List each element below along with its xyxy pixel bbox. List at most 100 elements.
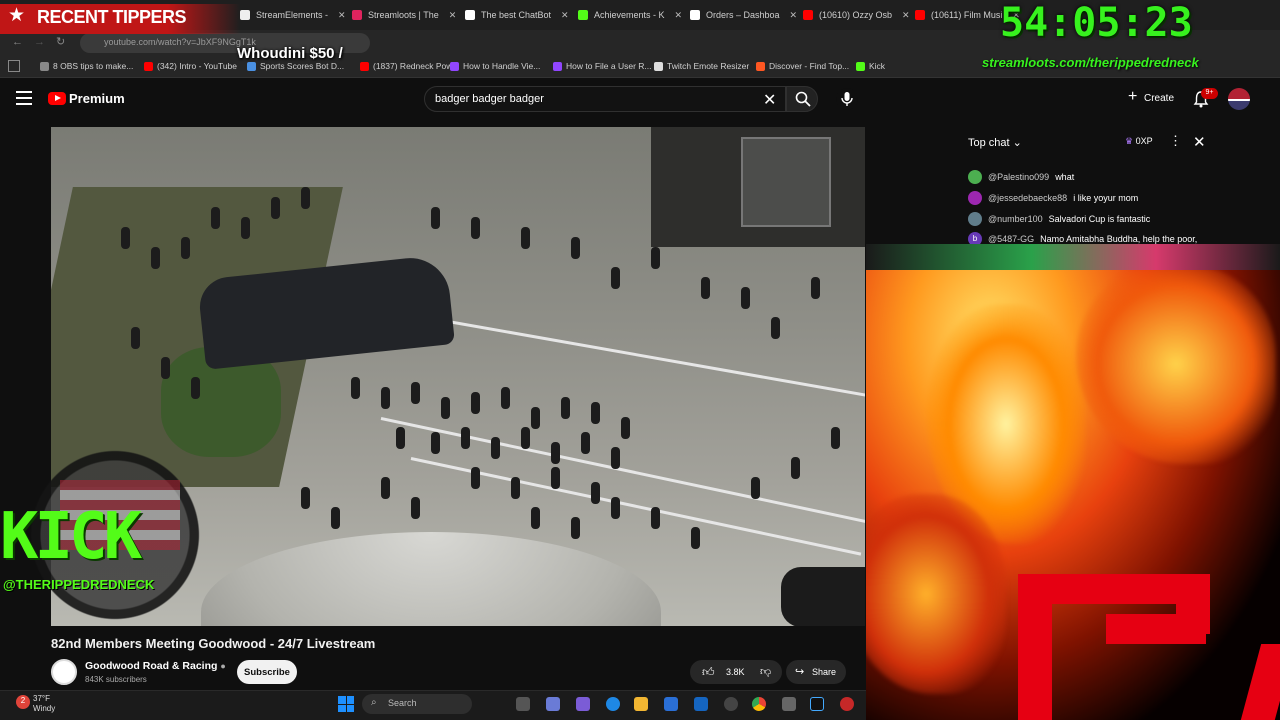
crowd-person bbox=[611, 497, 620, 519]
crowd-person bbox=[701, 277, 710, 299]
bookmark-item[interactable]: 8 OBS tips to make... bbox=[40, 61, 133, 71]
bookmark-label: (342) Intro - YouTube bbox=[157, 61, 238, 71]
close-tab-icon[interactable]: ✕ bbox=[338, 10, 346, 21]
app-icon[interactable] bbox=[840, 697, 854, 711]
chat-text: Salvadori Cup is fantastic bbox=[1048, 214, 1151, 224]
more-options-icon[interactable]: ⋮ bbox=[1169, 133, 1182, 149]
chat-message: @Palestino099 what bbox=[968, 170, 1074, 184]
close-tab-icon[interactable]: ✕ bbox=[902, 10, 910, 21]
create-button[interactable]: Create bbox=[1120, 87, 1182, 111]
streamloots-url: streamloots.com/therippedredneck bbox=[982, 55, 1199, 70]
crowd-person bbox=[471, 467, 480, 489]
back-icon[interactable]: ← bbox=[12, 36, 23, 48]
chat-message: @number100 Salvadori Cup is fantastic bbox=[968, 212, 1150, 226]
browser-tab[interactable]: (10610) Ozzy Osb ✕ bbox=[803, 6, 911, 24]
close-tab-icon[interactable]: ✕ bbox=[561, 10, 569, 21]
bookmark-favicon-icon bbox=[40, 61, 49, 71]
like-button[interactable]: 👍︎ 3.8K 👎︎ bbox=[690, 660, 782, 684]
bookmark-item[interactable]: Kick bbox=[856, 61, 885, 71]
apps-icon[interactable] bbox=[8, 60, 20, 72]
crowd-person bbox=[301, 487, 310, 509]
file-explorer-icon[interactable] bbox=[634, 697, 648, 711]
channel-avatar[interactable] bbox=[51, 659, 77, 685]
voice-search-button[interactable] bbox=[836, 88, 858, 110]
bookmark-item[interactable]: How to File a User R... bbox=[553, 61, 652, 71]
chat-xp-badge[interactable]: ♛ 0XP bbox=[1125, 136, 1153, 147]
close-tab-icon[interactable]: ✕ bbox=[790, 10, 798, 21]
bookmark-favicon-icon bbox=[360, 61, 369, 71]
clear-search-icon[interactable]: ✕ bbox=[763, 90, 776, 110]
crowd-person bbox=[691, 527, 700, 549]
forward-icon[interactable]: → bbox=[34, 36, 45, 48]
tab-label: Achievements - K bbox=[594, 10, 665, 20]
youtube-premium-label[interactable]: Premium bbox=[69, 91, 125, 106]
bookmark-item[interactable]: Sports Scores Bot D... bbox=[247, 61, 344, 71]
close-chat-icon[interactable]: ✕ bbox=[1193, 133, 1206, 151]
taskbar-search[interactable]: ⌕ Search bbox=[362, 694, 472, 714]
teams-icon[interactable] bbox=[576, 697, 590, 711]
weather-temperature[interactable]: 37°F bbox=[33, 694, 50, 703]
chrome-icon[interactable] bbox=[752, 697, 766, 711]
chat-author-avatar[interactable] bbox=[968, 191, 982, 205]
youtube-logo-icon[interactable] bbox=[48, 92, 66, 105]
windows-start-icon[interactable] bbox=[338, 696, 354, 712]
search-icon bbox=[795, 91, 811, 107]
terminal-icon[interactable] bbox=[810, 697, 824, 711]
crowd-person bbox=[591, 482, 600, 504]
bookmark-label: (1837) Redneck Pow... bbox=[373, 61, 459, 71]
copilot-icon[interactable] bbox=[546, 697, 560, 711]
store-icon[interactable] bbox=[664, 697, 678, 711]
obs-icon[interactable] bbox=[724, 697, 738, 711]
chat-author[interactable]: @jessedebaecke88 bbox=[988, 193, 1067, 203]
bookmark-item[interactable]: Twitch Emote Resizer bbox=[654, 61, 749, 71]
close-tab-icon[interactable]: ✕ bbox=[449, 10, 457, 21]
bookmark-label: Sports Scores Bot D... bbox=[260, 61, 345, 71]
task-view-icon[interactable] bbox=[516, 697, 530, 711]
subscribe-button[interactable]: Subscribe bbox=[237, 660, 297, 684]
share-button[interactable]: ↪ Share bbox=[786, 660, 846, 684]
browser-tab[interactable]: Streamloots | The ✕ bbox=[352, 6, 460, 24]
bookmark-favicon-icon bbox=[553, 61, 562, 71]
bookmark-item[interactable]: How to Handle Vie... bbox=[450, 61, 540, 71]
crowd-person bbox=[396, 427, 405, 449]
crown-icon: ♛ bbox=[1125, 136, 1134, 146]
tab-favicon-icon bbox=[578, 10, 588, 20]
account-avatar[interactable] bbox=[1228, 88, 1250, 110]
settings-icon[interactable] bbox=[782, 697, 796, 711]
chat-author-avatar[interactable] bbox=[968, 212, 982, 226]
search-button[interactable] bbox=[786, 86, 818, 112]
chat-mode-dropdown[interactable]: Top chat ⌄ bbox=[968, 136, 1022, 149]
browser-tab[interactable]: The best ChatBot ✕ bbox=[465, 6, 573, 24]
edge-icon[interactable] bbox=[606, 697, 620, 711]
outlook-icon[interactable] bbox=[694, 697, 708, 711]
weather-badge[interactable]: 2 bbox=[16, 695, 30, 709]
browser-tab[interactable]: StreamElements - ✕ bbox=[240, 6, 348, 24]
chat-author[interactable]: @number100 bbox=[988, 214, 1043, 224]
notifications-badge: 9+ bbox=[1201, 88, 1218, 99]
chat-author[interactable]: @Palestino099 bbox=[988, 172, 1049, 182]
close-tab-icon[interactable]: ✕ bbox=[675, 10, 683, 21]
bookmark-item[interactable]: (342) Intro - YouTube bbox=[144, 61, 237, 71]
tab-label: (10610) Ozzy Osb bbox=[819, 10, 893, 20]
browser-tab[interactable]: Achievements - K ✕ bbox=[578, 6, 686, 24]
search-icon: ⌕ bbox=[371, 697, 377, 708]
chat-author[interactable]: @5487-GG bbox=[988, 234, 1034, 244]
bookmark-item[interactable]: (1837) Redneck Pow... bbox=[360, 61, 459, 71]
reload-icon[interactable]: ↻ bbox=[56, 35, 65, 48]
search-input[interactable]: badger badger badger bbox=[424, 86, 786, 112]
browser-tab[interactable]: Orders – Dashboa ✕ bbox=[690, 6, 798, 24]
chat-text: i like yoyur mom bbox=[1073, 193, 1139, 203]
chat-author-avatar[interactable] bbox=[968, 170, 982, 184]
crowd-person bbox=[381, 477, 390, 499]
flame bbox=[866, 494, 1006, 694]
bookmark-item[interactable]: Discover - Find Top... bbox=[756, 61, 849, 71]
crowd-person bbox=[611, 267, 620, 289]
thumbs-down-icon[interactable]: 👎︎ bbox=[760, 665, 771, 678]
channel-name-label: Goodwood Road & Racing bbox=[85, 660, 218, 672]
like-count: 3.8K bbox=[726, 667, 745, 677]
crowd-person bbox=[771, 317, 780, 339]
crowd-person bbox=[581, 432, 590, 454]
crowd-person bbox=[411, 497, 420, 519]
channel-name[interactable]: Goodwood Road & Racing ● bbox=[85, 660, 226, 672]
menu-icon[interactable] bbox=[16, 91, 32, 105]
